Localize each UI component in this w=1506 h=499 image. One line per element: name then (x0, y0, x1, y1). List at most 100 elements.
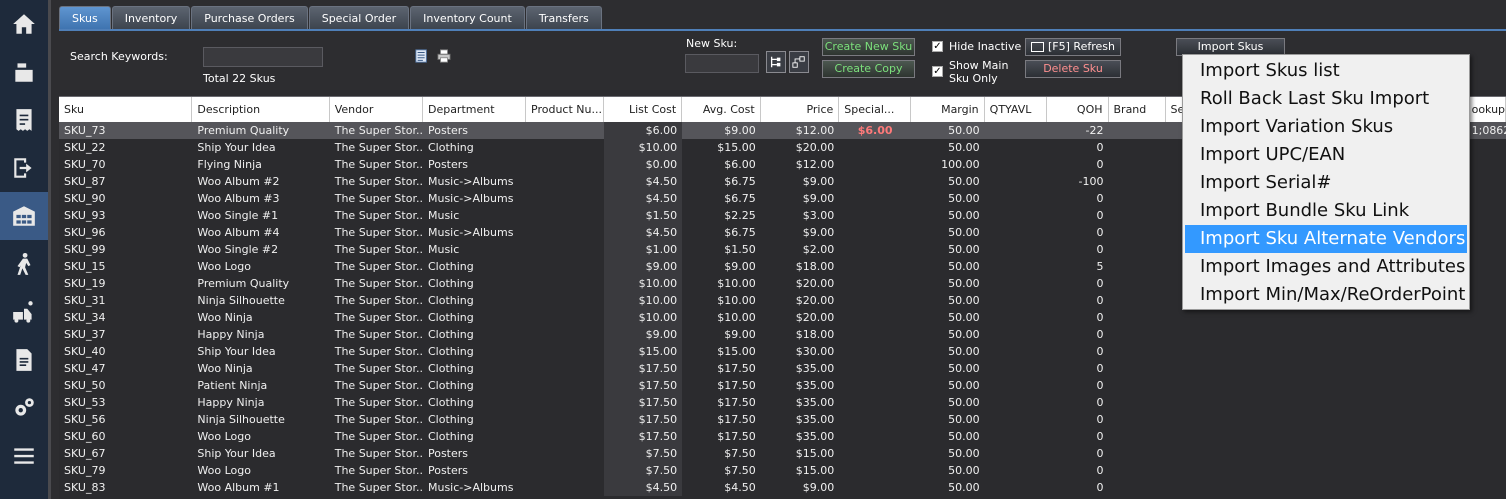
tab-inventory[interactable]: Inventory (111, 6, 191, 29)
table-cell: 0 (1096, 430, 1104, 443)
column-header[interactable]: Avg. Cost (682, 97, 761, 122)
menu-item[interactable]: Import Serial# (1185, 169, 1467, 197)
table-cell: $9.00 (802, 192, 835, 205)
menu-item[interactable]: Roll Back Last Sku Import (1185, 85, 1467, 113)
column-header[interactable]: Vendor (330, 97, 423, 122)
tab-transfers[interactable]: Transfers (525, 6, 602, 29)
table-row[interactable]: SKU_56 Ninja Silhouette The Super Stor... C… (59, 411, 1506, 428)
menu-item[interactable]: Import Variation Skus (1185, 113, 1467, 141)
table-cell (839, 207, 911, 224)
menu-item[interactable]: Import Images and Attributes (1185, 253, 1467, 281)
table-row[interactable]: SKU_79 Woo Logo The Super Stor... Posters $7… (59, 462, 1506, 479)
menu-item[interactable]: Import Sku Alternate Vendors (1185, 225, 1467, 253)
new-sku-input[interactable] (685, 54, 759, 73)
create-new-sku-button[interactable]: Create New Sku (822, 38, 915, 56)
list-icon[interactable] (413, 47, 431, 65)
table-cell (1108, 326, 1165, 343)
column-header[interactable]: QOH (1047, 97, 1109, 122)
delivery-icon (13, 301, 33, 323)
column-header[interactable]: Description (192, 97, 330, 122)
tab-special-order[interactable]: Special Order (308, 6, 410, 29)
column-header[interactable]: Margin (911, 97, 985, 122)
table-cell: $17.50 (717, 379, 756, 392)
hide-inactive-checkbox[interactable]: ✓ (932, 41, 943, 52)
column-header[interactable]: ookups (1467, 97, 1506, 122)
create-copy-button[interactable]: Create Copy (822, 60, 915, 78)
nav-item-sign-out[interactable] (0, 144, 48, 192)
table-cell: The Super Stor... (334, 294, 423, 307)
table-cell: The Super Stor... (334, 413, 423, 426)
table-cell: 50.00 (948, 277, 980, 290)
column-header[interactable]: Sku (59, 97, 193, 122)
table-row[interactable]: SKU_83 Woo Album #1 The Super Stor... Music… (59, 479, 1506, 496)
column-header[interactable]: Product Nu... (526, 97, 604, 122)
table-cell: $10.00 (717, 311, 756, 324)
table-row[interactable]: SKU_40 Ship Your Idea The Super Stor... Clo… (59, 343, 1506, 360)
table-cell: $9.00 (802, 175, 835, 188)
column-header[interactable]: QTYAVL (985, 97, 1047, 122)
table-cell: The Super Stor... (334, 362, 423, 375)
person-walking-icon (17, 252, 31, 275)
nav-item-menu[interactable] (0, 432, 48, 480)
table-cell (1467, 224, 1506, 241)
nav-item-report[interactable] (0, 336, 48, 384)
table-cell: $30.00 (795, 345, 835, 358)
tab-purchase-orders[interactable]: Purchase Orders (191, 6, 308, 29)
tab-inventory-count[interactable]: Inventory Count (410, 6, 525, 29)
sku-hierarchy-icon[interactable] (789, 51, 809, 73)
table-cell (1467, 360, 1506, 377)
table-cell: Posters (427, 464, 469, 477)
refresh-button[interactable]: [F5] Refresh (1025, 38, 1121, 56)
print-icon[interactable] (434, 47, 454, 65)
column-header[interactable]: Price (761, 97, 840, 122)
table-cell: 0 (1096, 277, 1104, 290)
menu-item[interactable]: Import Skus list (1185, 57, 1467, 85)
table-row[interactable]: SKU_37 Happy Ninja The Super Stor... Clothi… (59, 326, 1506, 343)
show-main-sku-checkbox[interactable]: ✓ (932, 66, 943, 77)
nav-item-delivery[interactable] (0, 288, 48, 336)
table-cell: $6.00 (857, 124, 893, 137)
table-cell: $17.50 (717, 430, 756, 443)
table-cell: 50.00 (948, 328, 980, 341)
table-cell: The Super Stor... (334, 311, 423, 324)
table-row[interactable]: SKU_60 Woo Logo The Super Stor... Clothing $… (59, 428, 1506, 445)
table-row[interactable]: SKU_67 Ship Your Idea The Super Stor... Pos… (59, 445, 1506, 462)
nav-item-home[interactable] (0, 0, 48, 48)
tab-skus[interactable]: Skus (59, 6, 111, 29)
menu-item[interactable]: Import Bundle Sku Link (1185, 197, 1467, 225)
menu-item[interactable]: Import UPC/EAN (1185, 141, 1467, 169)
table-cell: $4.50 (603, 190, 683, 207)
table-row[interactable]: SKU_47 Woo Ninja The Super Stor... Clothing… (59, 360, 1506, 377)
table-cell (1166, 411, 1210, 428)
table-cell: 0 (1096, 481, 1104, 494)
table-cell: $15.00 (795, 464, 835, 477)
table-cell: 50.00 (948, 192, 980, 205)
table-cell: Woo Album #2 (197, 175, 280, 188)
menu-item[interactable]: Import Min/Max/ReOrderPoint (1185, 281, 1467, 309)
table-cell (839, 428, 911, 445)
column-header[interactable]: Brand (1109, 97, 1166, 122)
table-cell (1210, 479, 1467, 496)
table-cell: $4.50 (724, 481, 756, 494)
total-skus-label: Total 22 Skus (203, 72, 276, 85)
sku-tree-icon[interactable] (766, 51, 786, 73)
table-cell (526, 445, 604, 462)
table-cell: Clothing (427, 430, 474, 443)
column-header[interactable]: Special... (839, 97, 911, 122)
nav-item-settings[interactable] (0, 384, 48, 432)
table-cell: Clothing (427, 345, 474, 358)
table-row[interactable]: SKU_50 Patient Ninja The Super Stor... Clot… (59, 377, 1506, 394)
table-row[interactable]: SKU_53 Happy Ninja The Super Stor... Clothi… (59, 394, 1506, 411)
search-input[interactable] (203, 47, 323, 67)
table-row[interactable]: SKU_34 Woo Ninja The Super Stor... Clothing… (59, 309, 1506, 326)
nav-item-cash-register[interactable] (0, 48, 48, 96)
column-header[interactable]: Department (423, 97, 527, 122)
nav-item-person-walking[interactable] (0, 240, 48, 288)
nav-item-receipt[interactable] (0, 96, 48, 144)
table-cell: The Super Stor... (334, 447, 423, 460)
nav-item-warehouse[interactable] (0, 192, 48, 240)
table-cell: Woo Logo (197, 260, 251, 273)
table-cell: Clothing (427, 260, 474, 273)
column-header[interactable]: List Cost (604, 97, 683, 122)
delete-sku-button[interactable]: Delete Sku (1025, 60, 1121, 78)
